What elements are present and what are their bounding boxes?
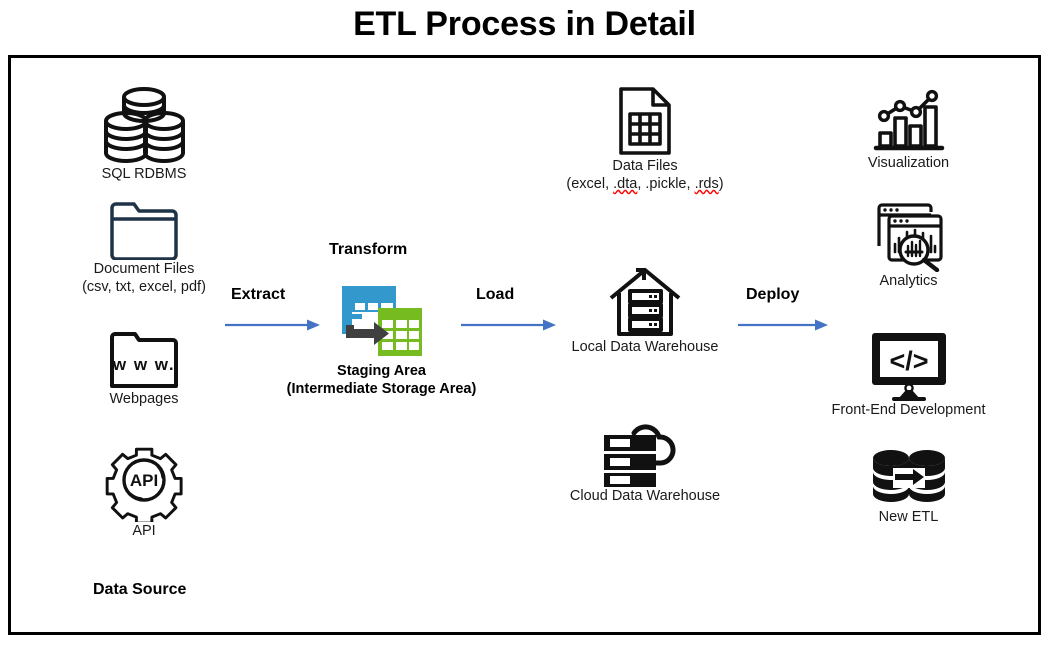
node-staging-area: Staging Area (Intermediate Storage Area) — [279, 284, 484, 398]
node-label: New ETL — [878, 509, 939, 525]
node-front-end-development: </> Front-End Development — [791, 331, 1026, 419]
node-api: API API — [59, 438, 229, 540]
house-server-icon — [609, 268, 681, 336]
sublabel-misspelled: .rds — [694, 176, 719, 192]
node-label: Front-End Development — [831, 402, 986, 418]
sublabel-part: , .pickle, — [637, 176, 695, 192]
node-data-files: Data Files (excel, .dta, .pickle, .rds) — [531, 85, 759, 193]
node-cloud-data-warehouse: Cloud Data Warehouse — [531, 421, 759, 505]
svg-text:API: API — [130, 471, 158, 490]
analytics-magnifier-icon — [876, 203, 943, 272]
folder-www-icon: w w w. — [110, 332, 178, 388]
node-label: Staging Area — [337, 363, 426, 379]
page-title: ETL Process in Detail — [353, 5, 696, 43]
node-local-data-warehouse: Local Data Warehouse — [531, 266, 759, 356]
sublabel-part: ) — [718, 176, 724, 192]
sublabel-misspelled: .dta — [613, 176, 638, 192]
node-label: Cloud Data Warehouse — [569, 488, 721, 504]
load-label: Load — [476, 286, 515, 303]
node-document-files: Document Files (csv, txt, excel, pdf) — [39, 198, 249, 296]
svg-text:</>: </> — [889, 346, 928, 376]
node-new-etl: New ETL — [801, 446, 1016, 526]
node-sql-rdbms: SQL RDBMS — [59, 83, 229, 183]
transform-label: Transform — [329, 241, 408, 258]
svg-text:w w w.: w w w. — [112, 355, 175, 374]
api-gear-icon: API — [105, 447, 183, 522]
cloud-server-icon — [604, 424, 676, 487]
node-sublabel: (csv, txt, excel, pdf) — [82, 279, 206, 295]
data-source-heading: Data Source — [93, 581, 187, 598]
data-file-icon — [619, 87, 671, 155]
node-label: SQL RDBMS — [101, 166, 187, 182]
monitor-code-icon: </> — [871, 333, 946, 401]
node-sublabel: (excel, .dta, .pickle, .rds) — [531, 175, 759, 193]
node-label: Data Files — [612, 158, 678, 174]
database-stack-icon — [104, 87, 185, 163]
node-label: Document Files — [93, 261, 195, 277]
bar-chart-line-icon — [873, 89, 944, 151]
node-label: Analytics — [879, 273, 938, 289]
deploy-label: Deploy — [746, 286, 800, 303]
sublabel-part: (excel, — [566, 176, 614, 192]
node-label: Local Data Warehouse — [571, 339, 719, 355]
folder-icon — [110, 202, 178, 260]
node-sublabel: (Intermediate Storage Area) — [286, 381, 477, 397]
diagram-canvas: SQL RDBMS Document Files (csv, txt, exce… — [8, 55, 1041, 635]
node-label: API — [132, 523, 156, 539]
staging-tables-icon — [341, 286, 422, 356]
node-visualization: Visualization — [801, 88, 1016, 172]
extract-label: Extract — [231, 286, 286, 303]
node-label: Webpages — [109, 391, 179, 407]
node-webpages: w w w. Webpages — [59, 328, 229, 408]
node-analytics: Analytics — [801, 200, 1016, 290]
node-label: Visualization — [867, 155, 950, 171]
etl-databases-icon — [872, 450, 945, 502]
